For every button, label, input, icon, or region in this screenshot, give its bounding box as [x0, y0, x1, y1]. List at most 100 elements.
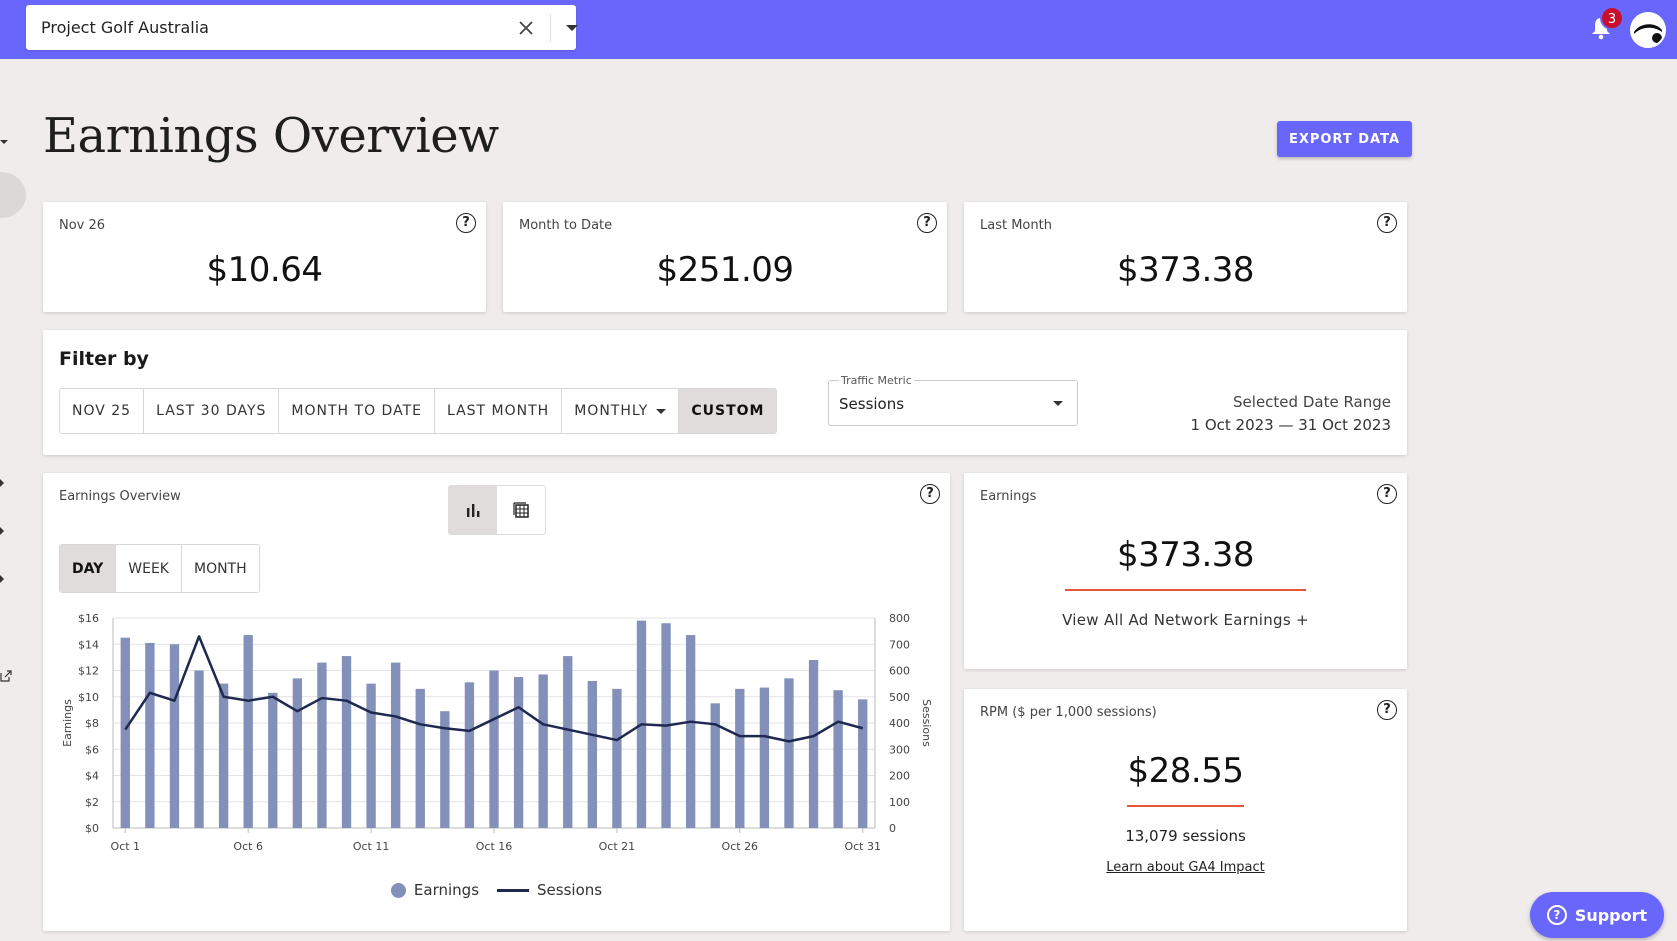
bar-earnings: [612, 688, 622, 828]
rpm-card-label: RPM ($ per 1,000 sessions): [980, 705, 1157, 720]
view-all-earnings-link[interactable]: View All Ad Network Earnings +: [964, 611, 1407, 629]
bar-earnings: [391, 662, 401, 828]
bar-earnings: [784, 678, 794, 828]
help-icon[interactable]: ?: [917, 213, 937, 233]
legend-item-sessions[interactable]: Sessions: [497, 881, 602, 899]
x-tick-label: Oct 6: [233, 840, 263, 853]
bar-earnings: [538, 674, 548, 828]
value-underline: [1127, 805, 1244, 807]
y2-tick-label: 500: [889, 691, 910, 704]
filter-monthly-dropdown[interactable]: MONTHLY: [562, 389, 680, 433]
rpm-value: $28.55: [1127, 751, 1244, 791]
help-icon[interactable]: ?: [1377, 213, 1397, 233]
export-data-button[interactable]: EXPORT DATA: [1277, 121, 1412, 157]
help-icon[interactable]: ?: [1377, 484, 1397, 504]
rpm-card: RPM ($ per 1,000 sessions) ? $28.55 13,0…: [964, 689, 1407, 931]
card-label: Last Month: [980, 218, 1052, 233]
legend-label: Sessions: [537, 881, 603, 899]
bar-earnings: [341, 656, 352, 828]
filter-card: Filter by NOV 25 LAST 30 DAYS MONTH TO D…: [43, 330, 1407, 455]
bar-earnings: [145, 642, 155, 828]
bar-earnings: [489, 670, 499, 828]
bar-earnings: [808, 660, 819, 828]
bar-earnings: [169, 644, 180, 828]
avatar[interactable]: [1630, 12, 1666, 48]
bar-earnings: [268, 692, 278, 828]
notification-badge[interactable]: 3: [1600, 6, 1624, 30]
bar-earnings: [243, 635, 253, 828]
traffic-metric-select[interactable]: Traffic Metric Sessions: [828, 374, 1078, 426]
bar-earnings: [218, 683, 229, 828]
y2-tick-label: 0: [889, 822, 896, 835]
filter-last-30-days-button[interactable]: LAST 30 DAYS: [144, 389, 280, 433]
bar-earnings: [710, 703, 720, 828]
ga4-impact-link[interactable]: Learn about GA4 Impact: [964, 860, 1407, 875]
top-bar: Project Golf Australia 3: [0, 0, 1677, 59]
y2-tick-label: 400: [889, 717, 910, 730]
y-tick-label: $16: [78, 612, 99, 625]
rail-caret-icon[interactable]: [0, 140, 8, 144]
y2-tick-label: 800: [889, 612, 910, 625]
bar-earnings: [858, 699, 868, 828]
chart-legend: Earnings Sessions: [43, 881, 950, 899]
bar-earnings: [759, 687, 770, 828]
filter-month-to-date-button[interactable]: MONTH TO DATE: [279, 389, 435, 433]
page-title: Earnings Overview: [43, 108, 499, 164]
legend-item-earnings[interactable]: Earnings: [390, 881, 480, 899]
bar-earnings: [587, 681, 597, 828]
filter-title: Filter by: [59, 348, 149, 370]
support-button[interactable]: ? Support: [1530, 892, 1664, 938]
chevron-down-icon[interactable]: [566, 25, 578, 31]
y-tick-label: $4: [85, 770, 99, 783]
y-tick-label: $14: [78, 638, 99, 651]
rail-item[interactable]: [0, 172, 26, 218]
summary-card-yesterday: Nov 26 ? $10.64: [43, 202, 486, 312]
y-tick-label: $12: [78, 665, 99, 678]
bar-earnings: [415, 688, 425, 828]
y-tick-label: $8: [85, 717, 99, 730]
y-tick-label: $6: [85, 743, 99, 756]
rail-arrow-icon[interactable]: [0, 527, 4, 535]
bar-earnings: [366, 683, 376, 828]
bar-earnings: [513, 677, 524, 828]
rail-arrow-icon[interactable]: [0, 479, 4, 487]
filter-monthly-label: MONTHLY: [574, 403, 649, 419]
bar-earnings: [685, 635, 696, 828]
earnings-chart-card: Earnings Overview ? DAY WEEK MONTH $0 $2 $…: [43, 473, 950, 931]
date-range-label: Selected Date Range: [1233, 393, 1391, 411]
x-tick-label: Oct 31: [844, 840, 881, 853]
earnings-chart: $0 $2 $4 $6 $8 $10 $12 $14 $16 0 100 200 300 400 500 60…: [61, 612, 933, 853]
site-select-value: Project Golf Australia: [41, 18, 209, 37]
rail-arrow-icon[interactable]: [0, 575, 4, 583]
filter-last-month-button[interactable]: LAST MONTH: [434, 389, 563, 433]
legend-line-icon: [497, 888, 530, 892]
bar-earnings: [833, 690, 843, 828]
card-value: $373.38: [1116, 250, 1255, 290]
traffic-metric-value: Sessions: [839, 395, 905, 413]
earnings-card: Earnings ? $373.38 View All Ad Network E…: [964, 473, 1407, 669]
site-select[interactable]: Project Golf Australia: [26, 5, 578, 50]
y-tick-label: $2: [85, 796, 99, 809]
filter-custom-button[interactable]: CUSTOM: [679, 389, 777, 433]
clear-icon[interactable]: [514, 16, 538, 40]
y2-axis-title: Sessions: [920, 699, 933, 747]
y2-tick-label: 300: [889, 743, 910, 756]
y-tick-label: $10: [78, 691, 99, 704]
x-tick-label: Oct 16: [476, 840, 513, 853]
legend-dot-icon: [390, 882, 406, 898]
x-tick-label: Oct 1: [111, 840, 141, 853]
value-underline: [1065, 589, 1306, 591]
bar-earnings: [194, 670, 204, 828]
bar-earnings: [317, 662, 327, 828]
help-icon[interactable]: ?: [456, 213, 476, 233]
date-range-value: 1 Oct 2023 — 31 Oct 2023: [1190, 416, 1391, 434]
filter-nov-25-button[interactable]: NOV 25: [60, 389, 145, 433]
earnings-card-label: Earnings: [980, 489, 1037, 504]
legend-label: Earnings: [413, 881, 480, 899]
bar-earnings: [464, 682, 475, 828]
y-axis-title: Earnings: [61, 699, 74, 747]
help-icon[interactable]: ?: [1377, 700, 1397, 720]
external-link-icon[interactable]: [0, 670, 12, 682]
bar-earnings: [563, 656, 573, 828]
x-tick-label: Oct 11: [353, 840, 390, 853]
